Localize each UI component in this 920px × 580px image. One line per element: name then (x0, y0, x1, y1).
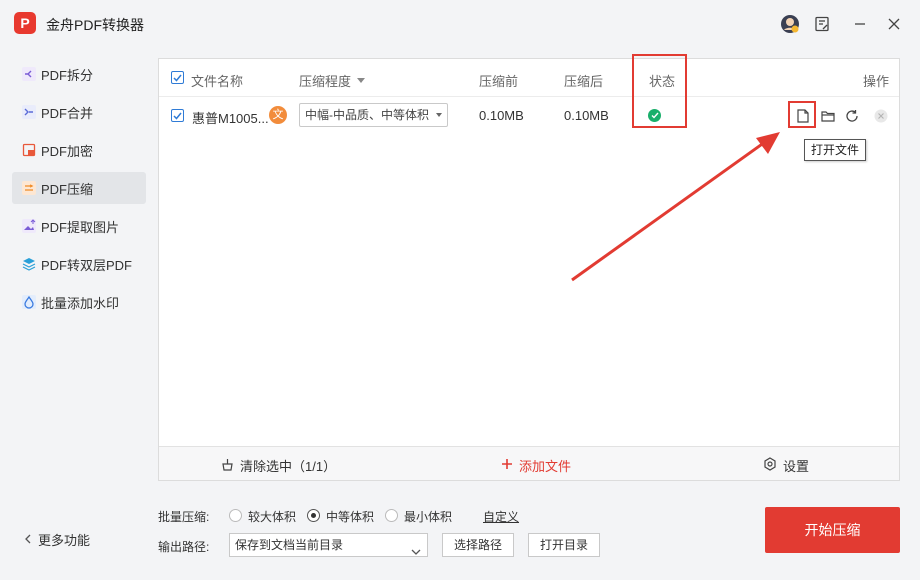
compression-level-value: 中幅-中品质、中等体积 (305, 108, 429, 122)
sidebar-item-label: PDF拆分 (41, 67, 94, 83)
choose-path-button[interactable]: 选择路径 (442, 533, 514, 557)
split-icon (22, 67, 36, 81)
header-compression-level[interactable]: 压缩程度 (299, 71, 366, 90)
radio-medium-size[interactable] (307, 509, 320, 522)
watermark-icon (22, 295, 36, 309)
output-path-label: 输出路径: (158, 540, 210, 554)
sidebar-item-label: PDF提取图片 (41, 219, 120, 235)
add-file-label: 添加文件 (519, 459, 572, 474)
compress-icon (22, 181, 36, 195)
row-checkbox[interactable] (171, 109, 184, 122)
app-logo: P (14, 12, 36, 34)
table-header: 文件名称 压缩程度 压缩前 压缩后 状态 操作 (159, 59, 899, 97)
avatar-icon[interactable] (780, 14, 800, 34)
sidebar-item-label: PDF转双层PDF (41, 257, 133, 273)
sidebar-item-label: 批量添加水印 (41, 295, 120, 311)
broom-icon (221, 458, 234, 474)
minimize-icon[interactable] (850, 14, 870, 34)
merge-icon (22, 105, 36, 119)
chevron-left-icon (24, 532, 32, 547)
more-functions-link[interactable]: 更多功能 (24, 530, 90, 549)
radio-large-size[interactable] (229, 509, 242, 522)
header-actions: 操作 (863, 74, 890, 89)
radio-large-size-label: 较大体积 (248, 510, 297, 524)
file-type-badge: 文 (269, 106, 287, 124)
select-all-checkbox[interactable] (171, 71, 184, 84)
feedback-icon[interactable] (812, 14, 832, 34)
radio-min-size[interactable] (385, 509, 398, 522)
caret-down-icon (436, 113, 442, 117)
gear-icon (763, 457, 777, 474)
add-file-button[interactable]: 添加文件 (501, 456, 571, 475)
sidebar-item-encrypt[interactable]: PDF加密 (12, 134, 146, 166)
header-compression-level-label: 压缩程度 (299, 74, 352, 89)
refresh-icon[interactable] (843, 107, 861, 125)
file-name: 惠普M1005... (192, 111, 269, 126)
sidebar-item-label: PDF加密 (41, 143, 94, 159)
lock-icon (22, 143, 36, 157)
sidebar-item-extract-images[interactable]: PDF提取图片 (12, 210, 146, 242)
open-file-highlight-box (788, 101, 816, 128)
plus-icon (501, 458, 513, 473)
sidebar-item-watermark[interactable]: 批量添加水印 (12, 286, 146, 318)
remove-file-icon[interactable] (872, 107, 890, 125)
open-file-tooltip: 打开文件 (804, 139, 867, 161)
radio-medium-size-label: 中等体积 (326, 510, 375, 524)
chevron-down-icon (411, 541, 421, 563)
clear-selection-button[interactable]: 清除选中（1/1） (221, 456, 336, 475)
app-title: 金舟PDF转换器 (46, 17, 144, 33)
sidebar-item-compress[interactable]: PDF压缩 (12, 172, 146, 204)
settings-label: 设置 (783, 459, 810, 474)
sidebar-item-label: PDF合并 (41, 105, 94, 121)
output-path-select[interactable]: 保存到文档当前目录 (229, 533, 428, 557)
radio-min-size-label: 最小体积 (404, 510, 453, 524)
clear-selection-label: 清除选中（1/1） (240, 459, 337, 474)
settings-button[interactable]: 设置 (763, 456, 809, 475)
sidebar-item-double-layer[interactable]: PDF转双层PDF (12, 248, 146, 280)
output-path-value: 保存到文档当前目录 (235, 538, 344, 552)
open-directory-button[interactable]: 打开目录 (528, 533, 600, 557)
image-icon (22, 219, 36, 233)
custom-link[interactable]: 自定义 (483, 508, 519, 525)
batch-compress-label: 批量压缩: (158, 510, 210, 524)
header-file-name: 文件名称 (191, 74, 244, 89)
close-icon[interactable] (884, 14, 904, 34)
sidebar-item-merge[interactable]: PDF合并 (12, 96, 146, 128)
annotation-arrow (571, 132, 780, 282)
sidebar-item-label: PDF压缩 (41, 181, 94, 197)
compression-level-select[interactable]: 中幅-中品质、中等体积 (299, 103, 448, 127)
caret-down-icon (357, 78, 366, 83)
layers-icon (22, 257, 36, 271)
panel-footer: 清除选中（1/1） 添加文件 设置 (159, 446, 899, 480)
title-bar: P 金舟PDF转换器 (0, 0, 920, 48)
header-size-after: 压缩后 (564, 74, 604, 89)
sidebar-item-split[interactable]: PDF拆分 (12, 58, 146, 90)
size-before: 0.10MB (479, 108, 524, 123)
header-size-before: 压缩前 (479, 74, 519, 89)
status-highlight-box (632, 54, 687, 128)
sidebar: PDF拆分 PDF合并 PDF加密 PDF压缩 PDF提取图片 PDF转双层PD… (0, 48, 158, 580)
more-functions-label: 更多功能 (38, 533, 91, 548)
open-folder-icon[interactable] (819, 107, 837, 125)
start-compress-button[interactable]: 开始压缩 (765, 507, 900, 553)
